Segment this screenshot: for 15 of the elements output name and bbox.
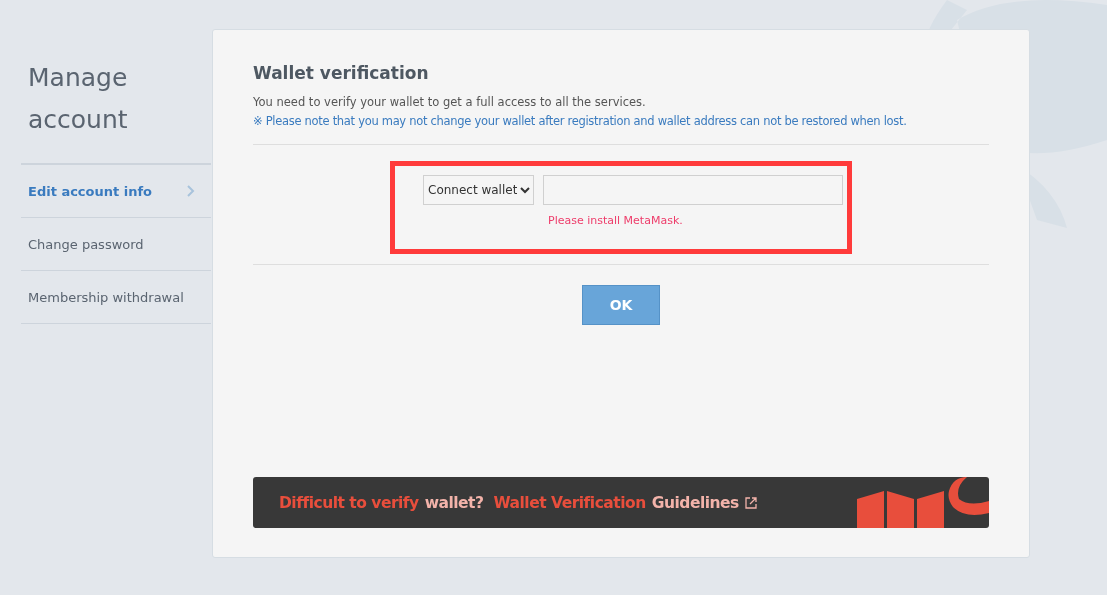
error-message: Please install MetaMask. [548, 214, 683, 227]
sidebar-title: Manage account [28, 62, 129, 136]
wallet-address-field[interactable] [543, 175, 843, 205]
logo-icon [857, 477, 989, 528]
description-text: You need to verify your wallet to get a full access to all the services. [253, 95, 647, 109]
guidelines-link[interactable]: Difficult to verify wallet? Wallet Verification Guidelines [279, 493, 757, 512]
wallet-dropdown[interactable]: Connect wallet [423, 175, 534, 205]
sidebar-item[interactable]: Edit account info [21, 165, 211, 218]
notice-text: ※ Please note that you may not change your wallet after registration and wallet address can not be restored when lost. [253, 114, 908, 128]
sidebar-item[interactable]: Membership withdrawal [21, 271, 211, 324]
chevron-right-icon [187, 185, 195, 197]
external-link-icon [744, 496, 757, 509]
ok-button[interactable]: OK [582, 285, 660, 325]
section-title: Wallet verification [253, 63, 430, 83]
sidebar-item[interactable]: Change password [21, 218, 211, 271]
